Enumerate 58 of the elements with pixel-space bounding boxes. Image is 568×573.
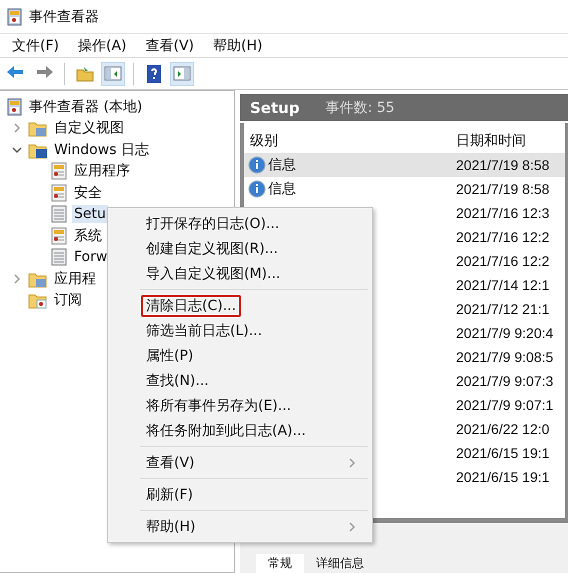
table-cell-text: 2021/7/12 21:1 [455,301,550,317]
menu-item[interactable]: 查看(V) [141,452,200,474]
table-cell-text: 2021/6/15 19:1 [455,469,550,485]
log-icon [50,162,68,180]
tree-item[interactable]: 自定义视图 [52,118,126,138]
toolbar-button[interactable] [101,62,125,86]
menu-item[interactable]: 刷新(F) [141,484,198,506]
menu-item[interactable]: 帮助(H) [205,36,270,54]
menu-item[interactable]: 打开保存的日志(O)... [141,212,284,234]
menu-item[interactable]: 筛选当前日志(L)... [141,320,268,342]
table-cell-text: 2021/7/19 8:58 [455,181,550,197]
detail-tab[interactable]: 常规 [256,554,304,573]
log-icon [50,248,68,266]
menu-item[interactable]: 查看(V) [138,36,202,54]
log-name: Setup [250,98,300,116]
menu-item[interactable]: 属性(P) [141,344,198,366]
table-cell-text: 2021/7/16 12:2 [455,253,550,269]
menu-item[interactable]: 导入自定义视图(M)... [141,262,286,284]
help-icon [144,64,164,84]
pane-toggle-icon [172,64,192,84]
menu-item[interactable]: 帮助(H) [141,516,200,538]
event-log-icon [6,8,23,26]
tree-item[interactable]: 安全 [72,182,104,203]
tree-item[interactable]: 订阅 [52,290,84,310]
menu-item[interactable]: 将所有事件另存为(E)... [141,394,296,416]
event-log-icon [6,98,23,116]
table-cell: 信息 [268,180,296,198]
pane-toggle-icon [103,64,123,84]
tree-item[interactable]: Forw [72,248,110,266]
menu-item[interactable]: 将任务附加到此日志(A)... [141,420,311,442]
menu-item[interactable]: 查找(N)... [141,370,214,392]
table-cell-text: 2021/7/9 9:08:5 [455,349,554,365]
column-header[interactable]: 日期和时间 [450,132,565,150]
tree-item[interactable]: 应用程序 [72,161,132,182]
table-cell: 信息 [268,156,296,174]
table-cell-text: 2021/7/9 9:07:3 [455,373,554,389]
toolbar-button[interactable] [170,62,194,86]
table-cell-text: 2021/6/15 19:1 [455,445,550,461]
info-icon [248,156,266,174]
event-count: 事件数: 55 [326,98,395,116]
menu-item[interactable]: 清除日志(C)... [141,294,242,316]
log-icon [50,184,68,202]
column-header[interactable]: 级别 [244,132,450,150]
menu-item[interactable]: 操作(A) [70,36,134,54]
event-row[interactable]: 信息 2021/7/19 8:58 [244,153,565,177]
tree-item[interactable]: 系统 [72,226,104,246]
tree-item[interactable]: 事件查看器 (本地) [27,96,144,117]
table-cell-text: 2021/7/19 8:58 [455,157,550,173]
event-row[interactable]: 信息 2021/7/19 8:58 [244,177,565,201]
log-icon [50,226,68,245]
tree-item[interactable]: 应用程 [52,268,98,289]
window-title: 事件查看器 [29,8,99,26]
tree-item[interactable]: Windows 日志 [52,140,151,160]
log-icon [50,205,68,224]
info-icon [248,180,266,198]
tree-item[interactable]: Setu [72,205,108,224]
menu-item[interactable]: 创建自定义视图(R)... [141,238,284,260]
menu-item[interactable]: 文件(F) [4,36,67,54]
